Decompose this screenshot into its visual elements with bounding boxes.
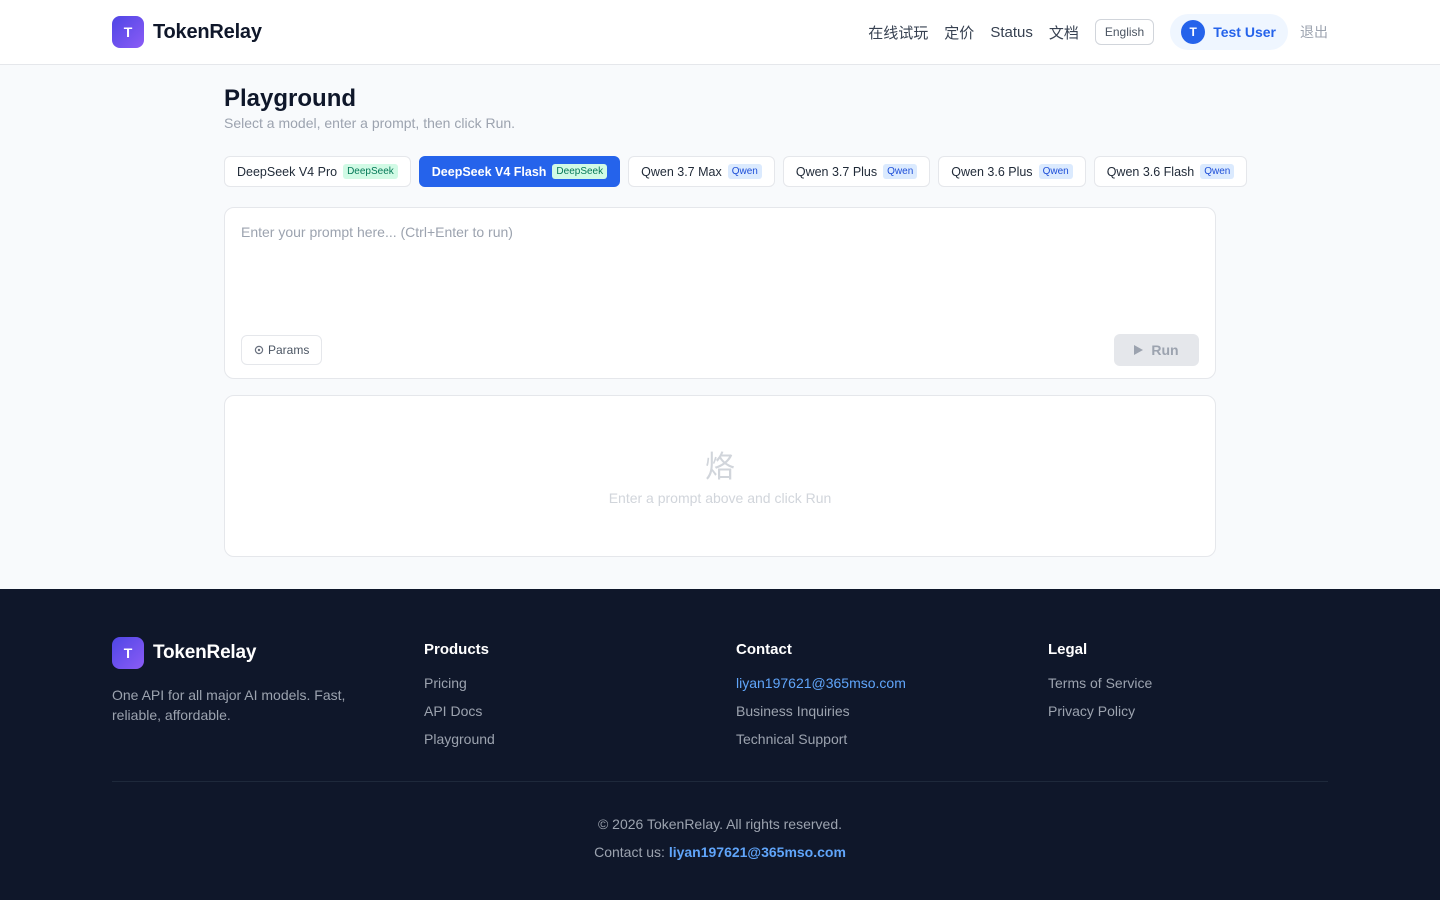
logout-button[interactable]: 退出 bbox=[1300, 22, 1328, 42]
page-title: Playground bbox=[224, 85, 357, 112]
copyright: © 2026 TokenRelay. All rights reserved. bbox=[597, 816, 843, 832]
footer-contact: Contact liyan197621@365mso.com Business … bbox=[736, 641, 906, 759]
model-selector: DeepSeek V4 Pro DeepSeek DeepSeek V4 Fla… bbox=[224, 156, 1248, 187]
model-name: DeepSeek V4 Flash bbox=[431, 164, 547, 179]
gear-icon bbox=[254, 345, 264, 355]
model-button-qwen-3-6-flash[interactable]: Qwen 3.6 Flash Qwen bbox=[1093, 156, 1248, 187]
provider-badge: Qwen bbox=[883, 164, 918, 179]
contact-email-link[interactable]: liyan197621@365mso.com bbox=[669, 844, 846, 860]
footer-divider bbox=[112, 781, 1328, 782]
footer-description: One API for all major AI models. Fast, r… bbox=[112, 687, 346, 723]
contact-prefix: Contact us: bbox=[594, 844, 665, 860]
footer-link-privacy[interactable]: Privacy Policy bbox=[1048, 703, 1152, 721]
brand-name: TokenRelay bbox=[153, 20, 262, 43]
empty-state-text: Enter a prompt above and click Run bbox=[608, 490, 832, 506]
logo: T bbox=[112, 16, 144, 48]
nav-pricing[interactable]: 定价 bbox=[944, 22, 974, 43]
run-button[interactable]: Run bbox=[1114, 334, 1199, 366]
footer-link-business[interactable]: Business Inquiries bbox=[736, 703, 906, 721]
params-button[interactable]: Params bbox=[241, 335, 323, 365]
user-menu[interactable]: T Test User bbox=[1170, 14, 1288, 50]
footer-link-pricing[interactable]: Pricing bbox=[424, 675, 495, 693]
model-name: Qwen 3.6 Plus bbox=[951, 164, 1033, 179]
footer-link-support[interactable]: Technical Support bbox=[736, 731, 906, 749]
footer-heading-legal: Legal bbox=[1048, 641, 1088, 658]
footer-heading-contact: Contact bbox=[736, 641, 792, 658]
footer-link-playground[interactable]: Playground bbox=[424, 731, 495, 749]
main-nav: 在线试玩 定价 Status 文档 English T Test User 退出 bbox=[868, 14, 1328, 50]
footer-contact-line: Contact us: liyan197621@365mso.com bbox=[0, 844, 1440, 860]
model-button-qwen-3-6-plus[interactable]: Qwen 3.6 Plus Qwen bbox=[938, 156, 1086, 187]
provider-badge: DeepSeek bbox=[552, 164, 608, 179]
empty-state-icon: 烙 bbox=[705, 451, 735, 484]
model-button-qwen-3-7-max[interactable]: Qwen 3.7 Max Qwen bbox=[628, 156, 775, 187]
nav-playground[interactable]: 在线试玩 bbox=[868, 22, 928, 43]
prompt-input[interactable] bbox=[241, 224, 1199, 320]
footer-link-terms[interactable]: Terms of Service bbox=[1048, 675, 1152, 693]
model-name: Qwen 3.7 Plus bbox=[795, 164, 878, 179]
footer-link-email[interactable]: liyan197621@365mso.com bbox=[736, 675, 906, 693]
footer-products: Products Pricing API Docs Playground bbox=[424, 641, 495, 759]
nav-docs[interactable]: 文档 bbox=[1049, 22, 1079, 43]
footer-legal: Legal Terms of Service Privacy Policy bbox=[1048, 641, 1152, 731]
avatar: T bbox=[1181, 20, 1206, 44]
footer-link-api-docs[interactable]: API Docs bbox=[424, 703, 495, 721]
user-name: Test User bbox=[1213, 24, 1276, 40]
model-button-deepseek-v4-flash[interactable]: DeepSeek V4 Flash DeepSeek bbox=[418, 156, 621, 187]
model-name: Qwen 3.7 Max bbox=[641, 164, 722, 179]
play-icon bbox=[1134, 345, 1144, 355]
provider-badge: DeepSeek bbox=[343, 164, 398, 179]
prompt-card: Params Run bbox=[224, 207, 1216, 379]
provider-badge: Qwen bbox=[727, 164, 762, 179]
result-card: 烙 Enter a prompt above and click Run bbox=[224, 395, 1216, 557]
language-button[interactable]: English bbox=[1094, 19, 1155, 45]
footer: T TokenRelay One API for all major AI mo… bbox=[0, 589, 1440, 900]
footer-brand[interactable]: T TokenRelay bbox=[112, 637, 256, 669]
run-label: Run bbox=[1151, 342, 1179, 358]
footer-brand-name: TokenRelay bbox=[153, 642, 257, 663]
footer-logo: T bbox=[112, 637, 144, 669]
model-button-qwen-3-7-plus[interactable]: Qwen 3.7 Plus Qwen bbox=[782, 156, 931, 187]
page-subtitle: Select a model, enter a prompt, then cli… bbox=[224, 115, 516, 131]
top-header: T TokenRelay 在线试玩 定价 Status 文档 English T… bbox=[0, 0, 1440, 65]
model-name: DeepSeek V4 Pro bbox=[237, 164, 338, 179]
params-label: Params bbox=[268, 343, 310, 357]
nav-status[interactable]: Status bbox=[990, 24, 1033, 41]
footer-heading-products: Products bbox=[424, 641, 490, 658]
provider-badge: Qwen bbox=[1200, 164, 1235, 179]
model-button-deepseek-v4-pro[interactable]: DeepSeek V4 Pro DeepSeek bbox=[224, 156, 411, 187]
brand[interactable]: T TokenRelay bbox=[112, 16, 262, 48]
provider-badge: Qwen bbox=[1038, 164, 1073, 179]
model-name: Qwen 3.6 Flash bbox=[1106, 164, 1195, 179]
